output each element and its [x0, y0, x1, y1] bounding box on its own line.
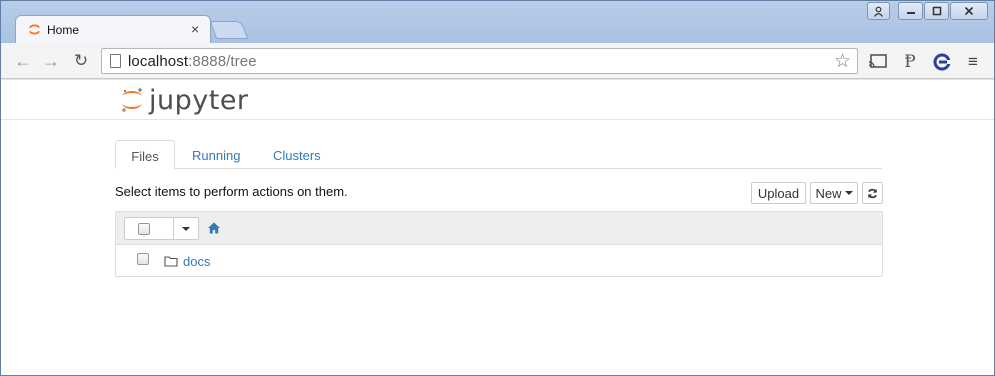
notebook-list: docs: [115, 211, 883, 277]
item-checkbox[interactable]: [137, 253, 149, 265]
new-tab-button[interactable]: [209, 21, 249, 39]
menu-icon[interactable]: ≡: [964, 52, 982, 71]
close-icon: [964, 6, 974, 16]
user-icon: [874, 6, 883, 17]
chevron-down-icon: [182, 226, 190, 231]
instructions-text: Select items to perform actions on them.: [115, 184, 348, 199]
c-extension-icon[interactable]: [932, 52, 952, 71]
tab-clusters[interactable]: Clusters: [273, 140, 321, 169]
user-profile-button[interactable]: [867, 2, 890, 20]
tab-close-icon[interactable]: ×: [191, 21, 199, 37]
list-item[interactable]: docs: [116, 246, 882, 277]
minimize-icon: [906, 12, 915, 14]
url-path: :8888/tree: [188, 53, 257, 70]
tab-running[interactable]: Running: [192, 140, 240, 169]
maximize-icon: [932, 6, 941, 16]
refresh-icon: [868, 188, 877, 198]
jupyter-logo-icon: [122, 88, 142, 112]
chevron-down-icon: [844, 191, 853, 195]
close-window-button[interactable]: [950, 2, 988, 20]
item-link-docs[interactable]: docs: [183, 254, 210, 269]
notebook-list-header: [116, 212, 882, 245]
dashboard-tabs: Files Running Clusters: [115, 140, 882, 169]
refresh-button[interactable]: [862, 182, 883, 204]
minimize-button[interactable]: [898, 2, 923, 20]
url-host: localhost: [128, 53, 189, 70]
cast-icon[interactable]: [867, 52, 887, 71]
jupyter-logo[interactable]: jupyter: [121, 84, 249, 116]
new-button[interactable]: New: [810, 182, 858, 204]
new-button-label: New: [815, 185, 842, 201]
page-icon: [110, 54, 121, 68]
jupyter-page: jupyter Files Running Clusters Select it…: [1, 80, 994, 375]
maximize-button[interactable]: [924, 2, 949, 20]
home-icon[interactable]: [207, 221, 221, 235]
select-all-checkbox[interactable]: [138, 223, 150, 235]
p-extension-icon[interactable]: Ᵽ: [900, 52, 920, 72]
browser-window: Home × ← → ↻ localhost:8888/tree ☆ Ᵽ ≡ j…: [0, 0, 995, 376]
back-button[interactable]: ←: [13, 51, 33, 71]
jupyter-logo-text: jupyter: [149, 84, 249, 116]
tab-title: Home: [47, 23, 80, 37]
select-all-group: [124, 217, 199, 240]
tab-files[interactable]: Files: [115, 140, 175, 169]
browser-tab-home[interactable]: Home ×: [15, 15, 211, 43]
jupyter-header: jupyter: [1, 80, 994, 120]
select-dropdown-button[interactable]: [174, 218, 198, 239]
favicon-icon: [29, 24, 40, 35]
folder-icon: [164, 256, 178, 267]
reload-button[interactable]: ↻: [71, 51, 91, 71]
upload-button[interactable]: Upload: [751, 182, 806, 204]
star-icon[interactable]: ☆: [834, 50, 851, 73]
address-bar[interactable]: localhost:8888/tree ☆: [101, 48, 858, 74]
forward-button[interactable]: →: [41, 51, 61, 71]
url-text[interactable]: localhost:8888/tree: [128, 53, 257, 70]
title-bar: Home ×: [1, 1, 994, 43]
browser-toolbar: ← → ↻ localhost:8888/tree ☆ Ᵽ ≡: [1, 43, 994, 79]
